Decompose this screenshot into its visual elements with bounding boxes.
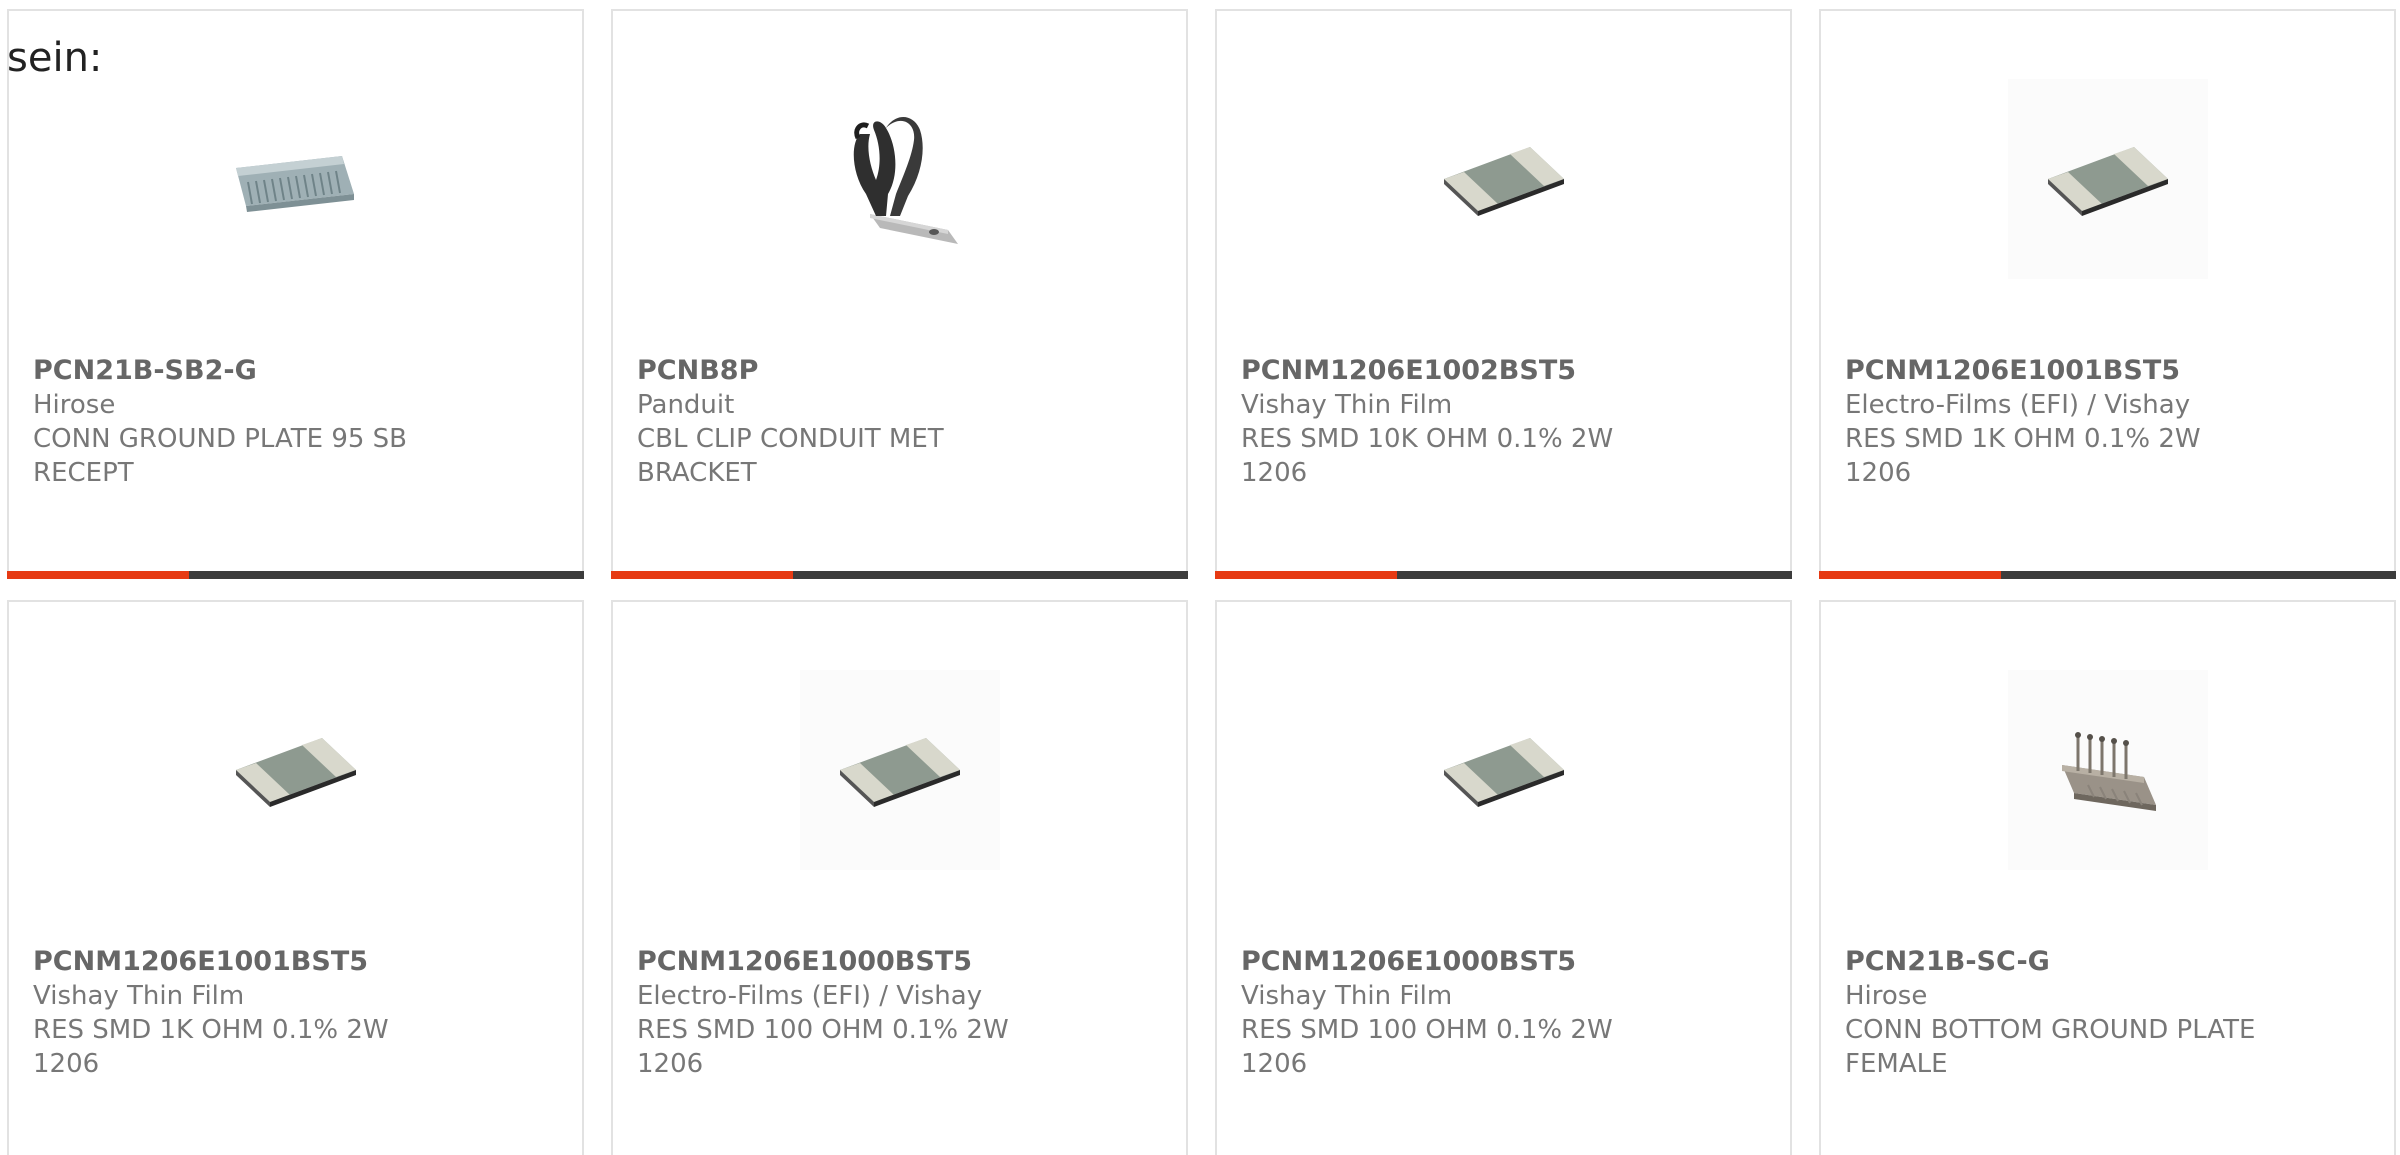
description: RES SMD 1K OHM 0.1% 2W 1206 (1845, 424, 2201, 488)
image-backdrop (799, 670, 1000, 870)
card-bar (611, 571, 1188, 579)
smd-resistor-icon (1443, 738, 1564, 807)
description: RES SMD 100 OHM 0.1% 2W 1206 (1241, 1015, 1613, 1079)
smd-resistor-icon (1443, 147, 1564, 216)
product-card[interactable]: PCNM1206E1001BST5 Electro-Films (EFI) / … (1819, 9, 2396, 579)
smd-resistor-icon (839, 738, 960, 807)
part-number-link[interactable]: PCNM1206E1001BST5 (1845, 354, 2370, 388)
manufacturer: Panduit (637, 390, 735, 420)
card-bar (1215, 571, 1792, 579)
part-number-link[interactable]: PCN21B-SB2-G (33, 354, 558, 388)
product-image[interactable] (9, 670, 582, 870)
part-number-link[interactable]: PCNM1206E1002BST5 (1241, 354, 1766, 388)
description: CONN GROUND PLATE 95 SB RECEPT (33, 424, 408, 488)
product-card[interactable]: PCNM1206E1000BST5 Electro-Films (EFI) / … (611, 600, 1188, 1155)
manufacturer: Vishay Thin Film (1241, 390, 1453, 420)
manufacturer: Electro-Films (EFI) / Vishay (637, 981, 983, 1011)
part-number-link[interactable]: PCNB8P (637, 354, 1162, 388)
part-number-link[interactable]: PCNM1206E1000BST5 (1241, 945, 1766, 979)
product-info: PCNB8P Panduit CBL CLIP CONDUIT MET BRAC… (637, 354, 1162, 490)
product-info: PCNM1206E1000BST5 Vishay Thin Film RES S… (1241, 945, 1766, 1081)
card-bar-accent (1215, 571, 1397, 579)
description: CBL CLIP CONDUIT MET BRACKET (637, 424, 944, 488)
smd-resistor-icon (2047, 147, 2168, 216)
part-number-link[interactable]: PCNM1206E1001BST5 (33, 945, 558, 979)
connector-strip-icon (235, 156, 354, 212)
ground-plate-connector-icon (2061, 732, 2156, 811)
card-bar-accent (611, 571, 793, 579)
product-card[interactable]: PCNM1206E1002BST5 Vishay Thin Film RES S… (1215, 9, 1792, 579)
smd-resistor-icon (235, 738, 356, 807)
manufacturer: Vishay Thin Film (33, 981, 245, 1011)
product-info: PCNM1206E1001BST5 Vishay Thin Film RES S… (33, 945, 558, 1081)
description: RES SMD 100 OHM 0.1% 2W 1206 (637, 1015, 1009, 1079)
manufacturer: Hirose (33, 390, 116, 420)
product-info: PCN21B-SB2-G Hirose CONN GROUND PLATE 95… (33, 354, 558, 490)
product-info: PCNM1206E1002BST5 Vishay Thin Film RES S… (1241, 354, 1766, 490)
product-card[interactable]: PCN21B-SC-G Hirose CONN BOTTOM GROUND PL… (1819, 600, 2396, 1155)
product-grid-page: sein: PCN21B-SB2-G Hirose CONN GROUND PL… (0, 0, 2400, 1155)
manufacturer: Hirose (1845, 981, 1928, 1011)
part-number-link[interactable]: PCNM1206E1000BST5 (637, 945, 1162, 979)
product-card[interactable]: PCNM1206E1001BST5 Vishay Thin Film RES S… (7, 600, 584, 1155)
product-info: PCNM1206E1000BST5 Electro-Films (EFI) / … (637, 945, 1162, 1081)
product-image[interactable] (1217, 670, 1790, 870)
card-bar (1819, 571, 2396, 579)
product-card[interactable]: PCNB8P Panduit CBL CLIP CONDUIT MET BRAC… (611, 9, 1188, 579)
manufacturer: Electro-Films (EFI) / Vishay (1845, 390, 2191, 420)
part-number-link[interactable]: PCN21B-SC-G (1845, 945, 2370, 979)
product-card[interactable]: PCNM1206E1000BST5 Vishay Thin Film RES S… (1215, 600, 1792, 1155)
card-bar-accent (7, 571, 189, 579)
product-card[interactable]: PCN21B-SB2-G Hirose CONN GROUND PLATE 95… (7, 9, 584, 579)
product-info: PCNM1206E1001BST5 Electro-Films (EFI) / … (1845, 354, 2370, 490)
product-image[interactable] (1821, 670, 2394, 870)
description: RES SMD 1K OHM 0.1% 2W 1206 (33, 1015, 389, 1079)
product-image[interactable] (1217, 79, 1790, 279)
description: CONN BOTTOM GROUND PLATE FEMALE (1845, 1015, 2256, 1079)
product-image[interactable] (613, 79, 1186, 279)
intro-text: sein: (7, 35, 103, 81)
description: RES SMD 10K OHM 0.1% 2W 1206 (1241, 424, 1614, 488)
card-bar-accent (1819, 571, 2001, 579)
conduit-clip-icon (853, 116, 958, 244)
product-image[interactable] (613, 670, 1186, 870)
image-backdrop (2007, 79, 2208, 279)
product-image[interactable] (9, 79, 582, 279)
product-info: PCN21B-SC-G Hirose CONN BOTTOM GROUND PL… (1845, 945, 2370, 1081)
card-bar (7, 571, 584, 579)
manufacturer: Vishay Thin Film (1241, 981, 1453, 1011)
image-backdrop (2007, 670, 2208, 870)
product-image[interactable] (1821, 79, 2394, 279)
